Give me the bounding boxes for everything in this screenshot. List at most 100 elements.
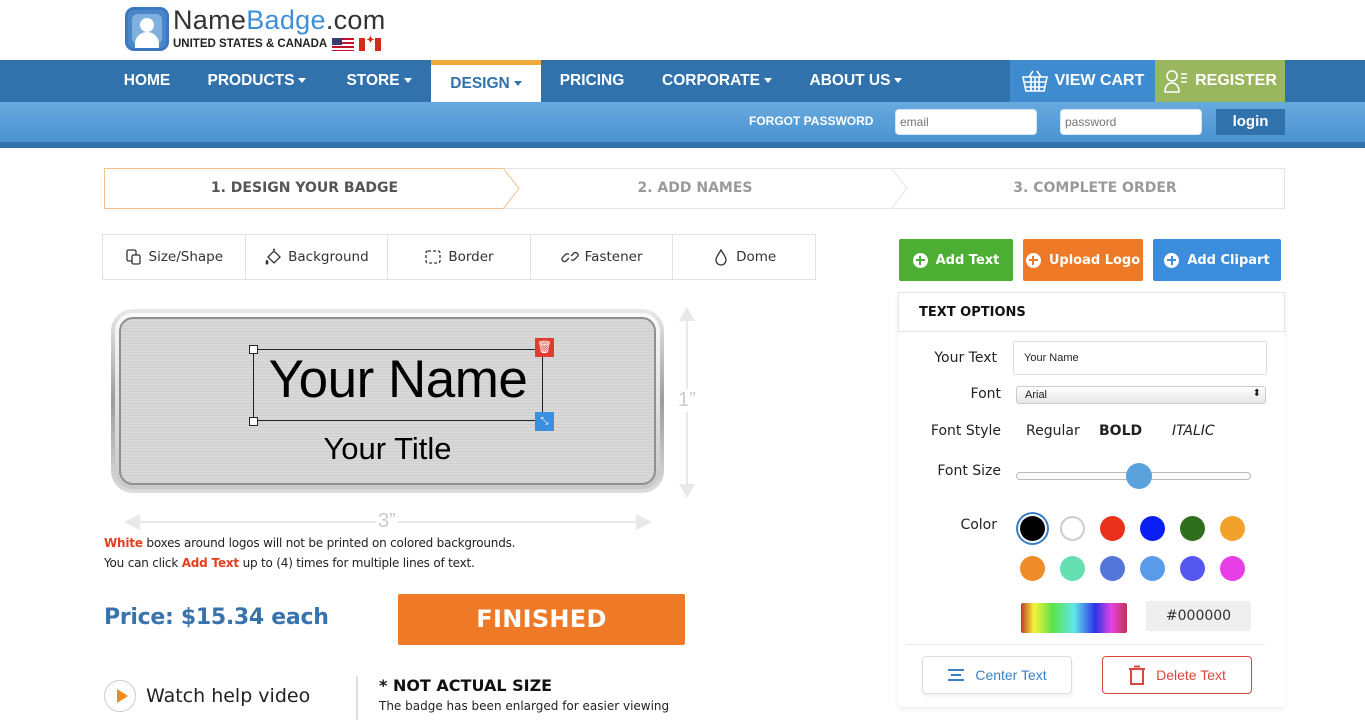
color-swatch[interactable] [1220, 516, 1245, 541]
us-flag-icon [332, 38, 355, 51]
color-swatch[interactable] [1180, 556, 1205, 581]
tool-size-shape[interactable]: Size/Shape [103, 235, 246, 279]
login-bar: FORGOT PASSWORD login [0, 102, 1365, 142]
delete-text-button[interactable]: Delete Text [1102, 656, 1252, 694]
selection-handle[interactable] [249, 417, 258, 426]
text-selection-box[interactable] [253, 349, 543, 421]
text-options-title: TEXT OPTIONS [898, 292, 1285, 332]
add-text-button[interactable]: Add Text [899, 239, 1013, 281]
font-size-label: Font Size [937, 463, 1001, 479]
main-nav: HOME PRODUCTS STORE DESIGN PRICING CORPO… [0, 60, 1365, 102]
dashed-square-icon [425, 250, 441, 264]
color-swatch[interactable] [1220, 556, 1245, 581]
logo-subtitle: UNITED STATES & CANADA [173, 37, 328, 50]
badge-title-text[interactable]: Your Title [121, 431, 654, 467]
tool-dome[interactable]: Dome [673, 235, 815, 279]
nav-corporate[interactable]: CORPORATE [650, 60, 784, 102]
logo-note: White boxes around logos will not be pri… [104, 536, 516, 550]
trash-icon [1129, 665, 1146, 685]
divider [356, 676, 358, 720]
register-button[interactable]: REGISTER [1155, 60, 1285, 102]
color-spectrum-picker[interactable] [1021, 603, 1127, 633]
style-regular[interactable]: Regular [1026, 423, 1080, 439]
site-logo[interactable]: NameBadge.com UNITED STATES & CANADA [125, 7, 386, 51]
style-bold[interactable]: BOLD [1099, 423, 1142, 439]
plus-circle-icon [912, 252, 928, 268]
nav-products[interactable]: PRODUCTS [196, 60, 318, 102]
your-text-input[interactable] [1013, 341, 1267, 375]
upload-logo-button[interactable]: Upload Logo [1023, 239, 1143, 281]
tool-fastener[interactable]: Fastener [531, 235, 674, 279]
step-complete-order[interactable]: 3. COMPLETE ORDER [905, 169, 1285, 208]
view-cart-label: VIEW CART [1054, 72, 1145, 89]
color-label: Color [960, 517, 997, 533]
size-shape-icon [125, 249, 141, 265]
color-swatch[interactable] [1100, 556, 1125, 581]
chevron-down-icon [894, 78, 903, 84]
align-center-icon [948, 669, 965, 681]
font-style-label: Font Style [930, 423, 1001, 439]
badge-surface[interactable]: Your Name 🗑 ⤡ Your Title [119, 317, 656, 485]
chevron-down-icon [403, 78, 412, 84]
text-options-panel: TEXT OPTIONS Your Text Font Arial Font S… [898, 292, 1285, 707]
nav-design[interactable]: DESIGN [431, 60, 541, 102]
color-swatch[interactable] [1100, 516, 1125, 541]
step-add-names[interactable]: 2. ADD NAMES [505, 169, 885, 208]
password-input[interactable] [1060, 109, 1202, 135]
chevron-down-icon [763, 78, 772, 84]
canada-flag-icon [359, 36, 382, 51]
your-text-label: Your Text [934, 350, 997, 366]
font-select[interactable]: Arial [1016, 386, 1266, 404]
nav-home[interactable]: HOME [108, 60, 186, 102]
register-label: REGISTER [1195, 72, 1277, 89]
color-swatch[interactable] [1020, 556, 1045, 581]
selection-handle[interactable] [249, 345, 258, 354]
user-list-icon [1164, 70, 1188, 93]
color-swatch[interactable] [1060, 516, 1085, 541]
slider-thumb[interactable] [1126, 463, 1153, 489]
plus-circle-icon [1025, 252, 1041, 268]
color-swatch[interactable] [1140, 556, 1165, 581]
tool-background[interactable]: Background [246, 235, 389, 279]
price-label: Price: $15.34 each [104, 605, 329, 630]
width-label: 3” [376, 510, 398, 533]
shopping-basket-icon [1021, 70, 1048, 92]
step-design-badge[interactable]: 1. DESIGN YOUR BADGE [104, 168, 504, 209]
logo-wordmark: NameBadge.com [173, 5, 386, 35]
login-bar-border [0, 142, 1365, 148]
nav-about-us[interactable]: ABOUT US [800, 60, 912, 102]
color-swatch[interactable] [1180, 516, 1205, 541]
view-cart-button[interactable]: VIEW CART [1010, 60, 1155, 102]
resize-icon[interactable]: ⤡ [535, 412, 554, 431]
color-swatch[interactable] [1020, 516, 1045, 541]
add-clipart-button[interactable]: Add Clipart [1153, 239, 1281, 281]
droplet-icon [715, 248, 727, 266]
style-italic[interactable]: ITALIC [1172, 423, 1215, 439]
login-button[interactable]: login [1216, 109, 1285, 135]
height-label: 1” [676, 389, 698, 412]
nav-pricing[interactable]: PRICING [548, 60, 636, 102]
not-actual-size-title: * NOT ACTUAL SIZE [379, 676, 553, 695]
color-swatch[interactable] [1060, 556, 1085, 581]
center-text-button[interactable]: Center Text [922, 656, 1072, 694]
email-input[interactable] [895, 109, 1037, 135]
font-label: Font [970, 386, 1001, 402]
forgot-password-link[interactable]: FORGOT PASSWORD [749, 114, 873, 128]
nav-store[interactable]: STORE [334, 60, 424, 102]
plus-circle-icon [1164, 252, 1180, 268]
color-swatch[interactable] [1140, 516, 1165, 541]
site-header: NameBadge.com UNITED STATES & CANADA [0, 0, 1365, 60]
hex-color-input[interactable]: #000000 [1146, 601, 1251, 631]
tool-border[interactable]: Border [388, 235, 531, 279]
play-icon [104, 680, 136, 712]
finished-designing-button[interactable]: FINISHED DESIGNING [398, 594, 685, 684]
chevron-down-icon [298, 78, 307, 84]
not-actual-size-note: The badge has been enlarged for easier v… [379, 699, 670, 713]
progress-steps: 1. DESIGN YOUR BADGE 2. ADD NAMES 3. COM… [104, 168, 1285, 209]
font-size-slider[interactable] [1016, 463, 1251, 489]
design-toolbar: Size/Shape Background Border Fastener Do… [102, 234, 816, 280]
logo-badge-icon [125, 7, 169, 51]
watch-help-video-link[interactable]: Watch help video [104, 680, 310, 712]
divider [906, 644, 1265, 645]
trash-icon[interactable]: 🗑 [535, 338, 554, 357]
